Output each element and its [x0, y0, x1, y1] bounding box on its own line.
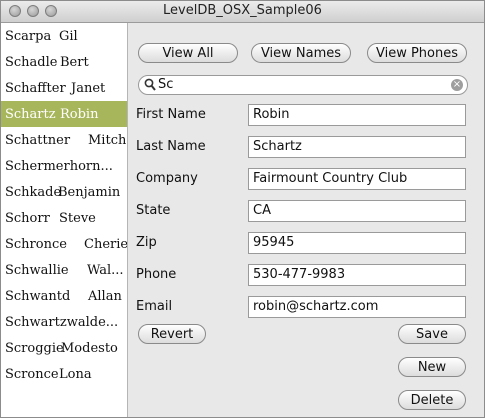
contact-row[interactable]: Scarpa Gil: [1, 23, 127, 49]
search-input[interactable]: Sc: [158, 77, 173, 92]
contact-first-name: Cherie: [84, 236, 127, 252]
contact-last-name: Schadle: [5, 54, 58, 70]
view-all-button[interactable]: View All: [138, 43, 238, 63]
contact-last-name: Schaffter: [5, 80, 66, 96]
search-icon: [144, 78, 156, 91]
phone-label: Phone: [136, 267, 177, 282]
last-name-label: Last Name: [136, 139, 206, 154]
view-names-button[interactable]: View Names: [251, 43, 351, 63]
contact-row[interactable]: Schwartzwalde...: [1, 309, 127, 335]
contact-row[interactable]: Schwantd Allan: [1, 283, 127, 309]
contact-row[interactable]: Schkade Benjamin: [1, 179, 127, 205]
contact-first-name: Allan: [88, 288, 122, 304]
zip-field[interactable]: 95945: [248, 232, 466, 254]
save-button[interactable]: Save: [398, 324, 466, 344]
contact-last-name: Schorr: [5, 210, 50, 226]
contact-row[interactable]: Schermerhorn...: [1, 153, 127, 179]
phone-field[interactable]: 530-477-9983: [248, 264, 466, 286]
contact-first-name: Steve: [59, 210, 96, 226]
contact-row[interactable]: Scronce Lona: [1, 361, 127, 387]
contact-row[interactable]: Schwallie Wal...: [1, 257, 127, 283]
delete-button[interactable]: Delete: [398, 390, 466, 410]
new-button[interactable]: New: [398, 357, 466, 377]
contact-row[interactable]: Schattner Mitch: [1, 127, 127, 153]
state-label: State: [136, 203, 171, 218]
contact-row-selected[interactable]: Schartz Robin: [1, 101, 127, 127]
app-window: LevelDB_OSX_Sample06 Scarpa Gil Schadle Be…: [0, 0, 485, 418]
first-name-label: First Name: [136, 107, 206, 122]
contact-last-name: Schartz: [5, 106, 56, 122]
contact-first-name: Gil: [59, 28, 78, 44]
zip-label: Zip: [136, 235, 157, 250]
contact-last-name: Scroggie: [5, 340, 64, 356]
contact-row[interactable]: Schorr Steve: [1, 205, 127, 231]
detail-panel: View All View Names View Phones Sc × Fir…: [128, 23, 484, 417]
contact-last-name: Schwantd: [5, 288, 71, 304]
email-label: Email: [136, 299, 173, 314]
contact-last-name: Scronce: [5, 366, 59, 382]
contact-row[interactable]: Schronce Cherie: [1, 231, 127, 257]
contact-first-name: Robin: [60, 106, 99, 122]
contact-last-name: Schronce: [5, 236, 67, 252]
contact-last-name: Scarpa: [5, 28, 52, 44]
company-label: Company: [136, 171, 198, 186]
contact-last-name: Schwartzwalde...: [5, 314, 119, 330]
contact-first-name: Benjamin: [58, 184, 121, 200]
clear-search-icon[interactable]: ×: [451, 79, 463, 91]
company-field[interactable]: Fairmount Country Club: [248, 168, 466, 190]
email-field[interactable]: robin@schartz.com: [248, 296, 466, 318]
contact-first-name: Bert: [60, 54, 89, 70]
contact-first-name: Wal...: [87, 262, 124, 278]
revert-button[interactable]: Revert: [138, 324, 206, 344]
last-name-field[interactable]: Schartz: [248, 136, 466, 158]
contact-list: Scarpa Gil Schadle Bert Schaffter Janet Sch…: [1, 23, 128, 417]
search-field[interactable]: Sc ×: [138, 75, 468, 95]
contact-last-name: Schkade: [5, 184, 62, 200]
view-phones-button[interactable]: View Phones: [367, 43, 467, 63]
contact-row[interactable]: Schaffter Janet: [1, 75, 127, 101]
title-bar: LevelDB_OSX_Sample06: [1, 1, 484, 23]
contact-last-name: Schwallie: [5, 262, 69, 278]
contact-row[interactable]: Schadle Bert: [1, 49, 127, 75]
contact-first-name: Lona: [59, 366, 92, 382]
contact-last-name: Schermerhorn...: [5, 158, 113, 174]
state-field[interactable]: CA: [248, 200, 466, 222]
window-title: LevelDB_OSX_Sample06: [163, 3, 322, 18]
contact-first-name: Janet: [71, 80, 106, 96]
first-name-field[interactable]: Robin: [248, 104, 466, 126]
contact-last-name: Schattner: [5, 132, 71, 148]
contact-row[interactable]: Scroggie Modesto: [1, 335, 127, 361]
contact-first-name: Modesto: [61, 340, 118, 356]
contact-first-name: Mitch: [88, 132, 127, 148]
